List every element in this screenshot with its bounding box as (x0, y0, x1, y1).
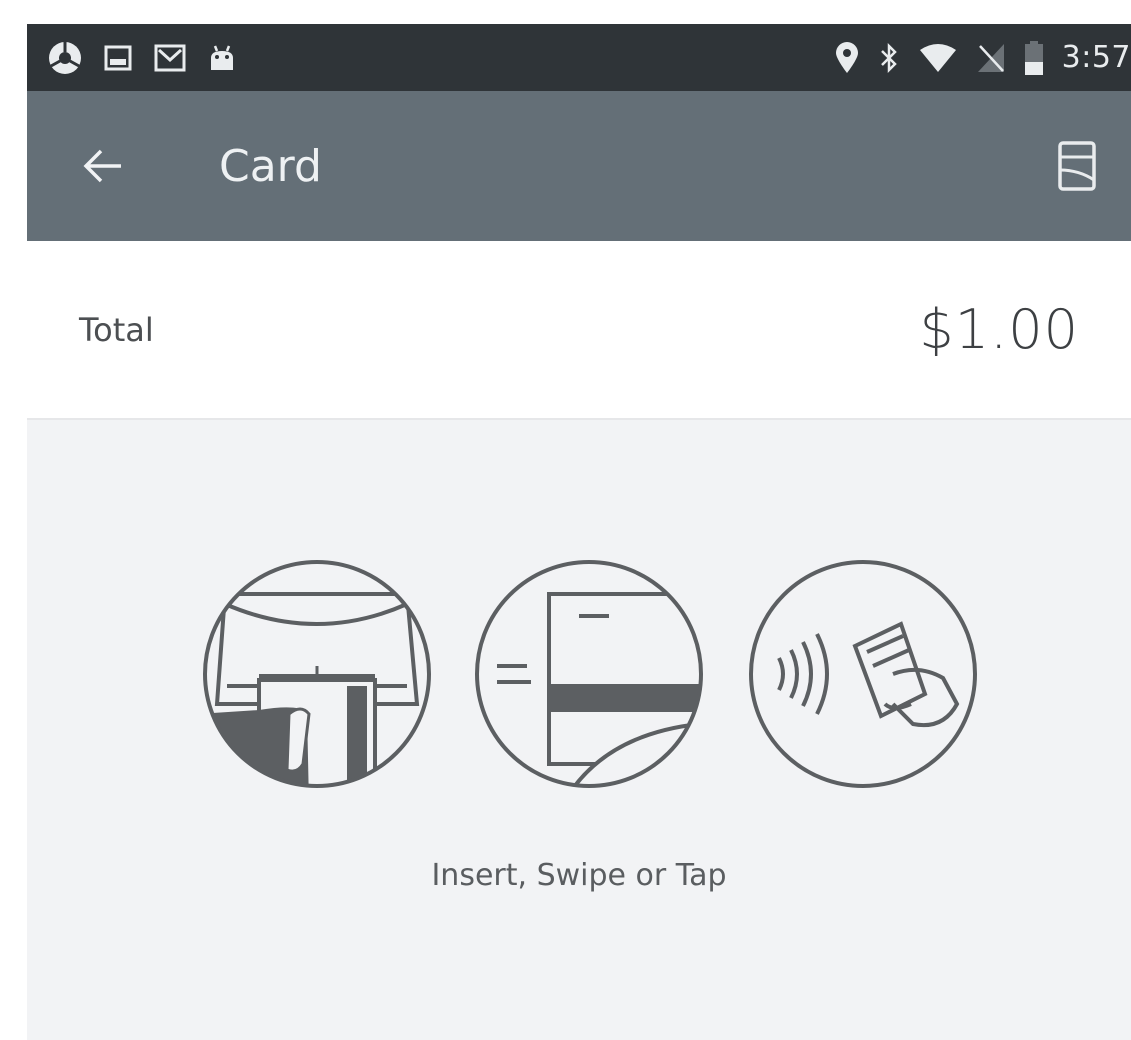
clock: 3:57 (1061, 40, 1131, 75)
back-button[interactable] (63, 126, 143, 206)
insert-card-icon (197, 554, 437, 794)
bluetooth-icon (878, 41, 900, 75)
image-icon (103, 43, 133, 73)
payment-area: Insert, Swipe or Tap (27, 420, 1131, 1040)
arrow-left-icon (83, 149, 121, 183)
gmail-icon (153, 42, 187, 74)
total-row: Total $1.00 (27, 241, 1131, 420)
chrome-icon (47, 40, 83, 76)
notification-icons (47, 40, 237, 76)
android-icon (207, 42, 237, 74)
tap-card-icon (743, 554, 983, 794)
battery-icon (1024, 40, 1044, 76)
receipt-icon (1058, 141, 1096, 191)
location-icon (834, 41, 860, 75)
swipe-card-icon (469, 554, 709, 794)
page-title: Card (219, 140, 322, 192)
app-bar: Card (27, 91, 1131, 241)
status-bar: 3:57 (27, 24, 1131, 91)
no-sim-icon (976, 42, 1006, 74)
system-icons: 3:57 (834, 40, 1131, 76)
total-label: Total (79, 310, 154, 349)
payment-prompt: Insert, Swipe or Tap (431, 858, 727, 893)
card-payment-screen: 3:57 Card Total $1.00 Insert, Swipe or T… (27, 24, 1131, 1040)
wifi-icon (918, 42, 958, 74)
total-amount: $1.00 (919, 298, 1079, 361)
payment-methods (197, 554, 977, 794)
receipt-button[interactable] (1037, 126, 1117, 206)
